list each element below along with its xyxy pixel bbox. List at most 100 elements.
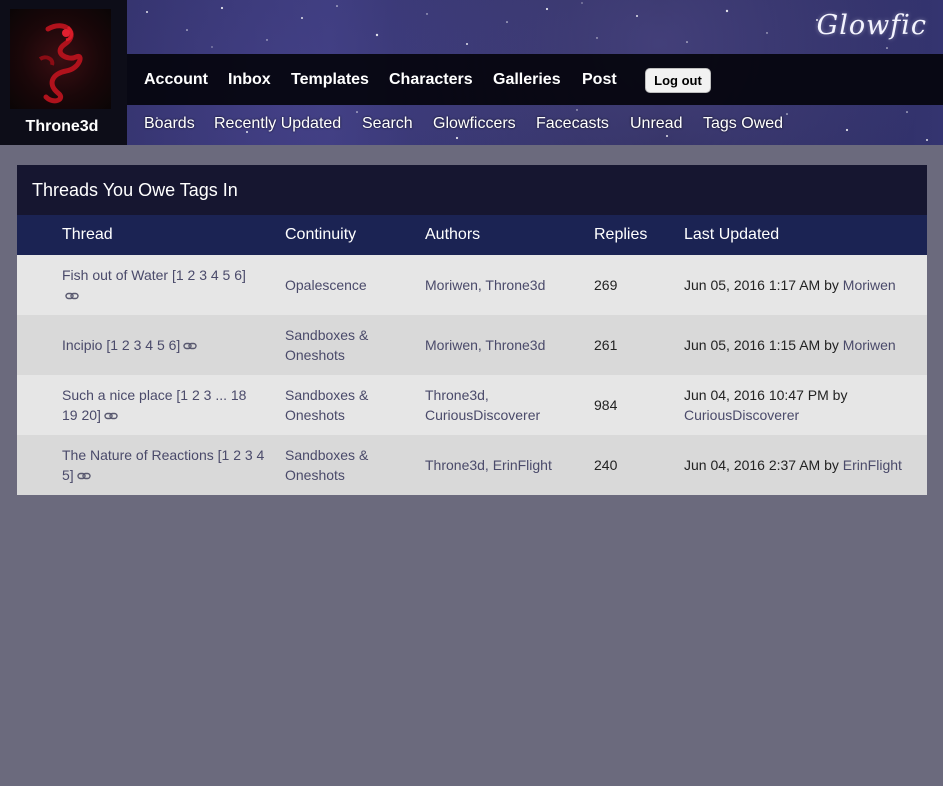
nav-galleries[interactable]: Galleries (493, 71, 561, 89)
replies-cell: 261 (594, 335, 654, 355)
column-header-authors: Authors (425, 226, 481, 243)
updated-line: Jun 05, 2016 1:17 AM by Moriwen (684, 275, 924, 295)
nav-inbox[interactable]: Inbox (228, 71, 271, 89)
last-updated-time: Jun 04, 2016 10:47 PM by (684, 387, 848, 403)
authors-cell: Moriwen, Throne3d (425, 335, 585, 355)
continuity-link-continued[interactable]: Oneshots (285, 467, 345, 483)
link-chain-icon[interactable] (183, 336, 198, 356)
updated-cell: Jun 05, 2016 1:17 AM by Moriwen (684, 275, 924, 295)
replies-cell: 240 (594, 455, 654, 475)
authors-line: Throne3d, (425, 385, 585, 405)
replies-cell: 984 (594, 395, 654, 415)
thread-title-link[interactable]: The Nature of Reactions (62, 447, 214, 463)
thread-pages-continued[interactable]: 19 20] (62, 407, 101, 423)
continuity-link[interactable]: Sandboxes & (285, 387, 368, 403)
link-chain-icon[interactable] (76, 466, 91, 486)
last-updated-time: Jun 05, 2016 1:15 AM by (684, 337, 839, 353)
subnav-boards[interactable]: Boards (144, 115, 195, 133)
continuity-link[interactable]: Opalescence (285, 277, 367, 293)
thread-title-link[interactable]: Such a nice place (62, 387, 173, 403)
link-chain-icon[interactable] (104, 406, 118, 426)
continuity-link[interactable]: Sandboxes & (285, 447, 368, 463)
continuity-line: Sandboxes & (285, 385, 405, 405)
link-chain-icon[interactable] (65, 286, 79, 306)
updated-cell: Jun 04, 2016 10:47 PM by CuriousDiscovere… (684, 385, 924, 425)
panel-title-text: Threads You Owe Tags In (32, 180, 238, 200)
authors-line: Throne3d, ErinFlight (425, 455, 585, 475)
column-header-last-updated: Last Updated (684, 226, 780, 243)
continuity-cell: Sandboxes & Oneshots (285, 385, 405, 425)
thread-cell: Incipio [1 2 3 4 5 6] (62, 335, 272, 356)
authors-cell: Moriwen, Throne3d (425, 275, 585, 295)
replies-cell: 269 (594, 275, 654, 295)
nav-characters[interactable]: Characters (389, 71, 473, 89)
authors-cell: Throne3d, CuriousDiscoverer (425, 385, 585, 425)
last-updated-user-link[interactable]: Moriwen (843, 277, 896, 293)
logout-button[interactable]: Log out (645, 68, 711, 93)
thread-cell: The Nature of Reactions [1 2 3 4 5] (62, 445, 272, 486)
column-header-thread: Thread (62, 226, 113, 243)
username[interactable]: Throne3d (0, 118, 124, 136)
thread-line (62, 285, 272, 306)
avatar[interactable] (10, 9, 111, 109)
subnav-tags-owed[interactable]: Tags Owed (703, 115, 783, 133)
table-header: Thread Continuity Authors Replies Last U… (17, 215, 927, 255)
thread-pages[interactable]: [1 2 3 4 (218, 447, 265, 463)
thread-title-link[interactable]: Incipio (62, 337, 102, 353)
thread-pages[interactable]: [1 2 3 4 5 6] (172, 267, 246, 283)
nav-templates[interactable]: Templates (291, 71, 369, 89)
authors-links[interactable]: Moriwen, Throne3d (425, 337, 545, 353)
thread-line: Incipio [1 2 3 4 5 6] (62, 335, 272, 356)
updated-line: Jun 04, 2016 10:47 PM by (684, 385, 924, 405)
authors-links-continued[interactable]: CuriousDiscoverer (425, 407, 540, 423)
thread-pages-continued[interactable]: 5] (62, 467, 74, 483)
table-row: Incipio [1 2 3 4 5 6] Sandboxes & Oneshots… (17, 315, 927, 375)
site-header: Throne3d Glowfic Account Inbox Templates… (0, 0, 943, 145)
subnav-recently-updated[interactable]: Recently Updated (214, 115, 341, 133)
continuity-line: Opalescence (285, 275, 405, 295)
subnav-search[interactable]: Search (362, 115, 413, 133)
last-updated-user-link[interactable]: Moriwen (843, 337, 896, 353)
continuity-line: Sandboxes & (285, 445, 405, 465)
nav-post[interactable]: Post (582, 71, 617, 89)
continuity-link-continued[interactable]: Oneshots (285, 407, 345, 423)
table-row: Fish out of Water [1 2 3 4 5 6] Opalescen… (17, 255, 927, 315)
updated-cell: Jun 05, 2016 1:15 AM by Moriwen (684, 335, 924, 355)
nav-account[interactable]: Account (144, 71, 208, 89)
last-updated-user-link[interactable]: CuriousDiscoverer (684, 407, 799, 423)
main-nav: Account Inbox Templates Characters Galle… (127, 54, 943, 105)
continuity-link[interactable]: Sandboxes & (285, 327, 368, 343)
continuity-cell: Sandboxes & Oneshots (285, 325, 405, 365)
continuity-link-continued[interactable]: Oneshots (285, 347, 345, 363)
updated-cell: Jun 04, 2016 2:37 AM by ErinFlight (684, 455, 924, 475)
subnav-unread[interactable]: Unread (630, 115, 682, 133)
thread-line: Such a nice place [1 2 3 ... 18 (62, 385, 272, 405)
continuity-line: Oneshots (285, 405, 405, 425)
continuity-cell: Opalescence (285, 275, 405, 295)
authors-line: Moriwen, Throne3d (425, 275, 585, 295)
thread-pages[interactable]: [1 2 3 4 5 6] (106, 337, 180, 353)
table-row: Such a nice place [1 2 3 ... 18 19 20] San… (17, 375, 927, 435)
authors-links[interactable]: Moriwen, Throne3d (425, 277, 545, 293)
site-logo[interactable]: Glowfic (817, 10, 927, 41)
last-updated-user-link[interactable]: ErinFlight (843, 457, 902, 473)
table-row: The Nature of Reactions [1 2 3 4 5] Sandbo… (17, 435, 927, 495)
authors-links[interactable]: Throne3d, ErinFlight (425, 457, 552, 473)
column-header-continuity: Continuity (285, 226, 357, 243)
last-updated-time: Jun 05, 2016 1:17 AM by (684, 277, 839, 293)
thread-line: The Nature of Reactions [1 2 3 4 (62, 445, 272, 465)
authors-links[interactable]: Throne3d, (425, 387, 489, 403)
updated-line: Jun 04, 2016 2:37 AM by ErinFlight (684, 455, 924, 475)
thread-line: 5] (62, 465, 272, 486)
column-header-replies: Replies (594, 226, 648, 243)
last-updated-time: Jun 04, 2016 2:37 AM by (684, 457, 839, 473)
continuity-line: Oneshots (285, 465, 405, 485)
tags-owed-panel: Threads You Owe Tags In Thread Continuit… (17, 165, 927, 495)
thread-cell: Fish out of Water [1 2 3 4 5 6] (62, 265, 272, 306)
subnav-glowficcers[interactable]: Glowficcers (433, 115, 516, 133)
thread-title-link[interactable]: Fish out of Water (62, 267, 168, 283)
reply-count: 240 (594, 457, 618, 473)
continuity-line: Oneshots (285, 345, 405, 365)
thread-pages[interactable]: [1 2 3 ... 18 (176, 387, 246, 403)
subnav-facecasts[interactable]: Facecasts (536, 115, 609, 133)
